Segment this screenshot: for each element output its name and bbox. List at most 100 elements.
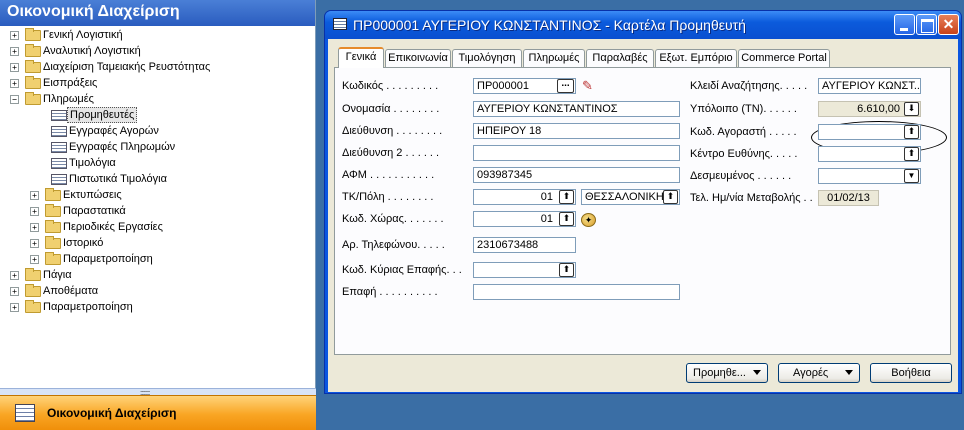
tree-item[interactable]: + Εκτυπώσεις xyxy=(0,187,316,203)
window-title: ΠΡ000001 ΑΥΓΕΡΙΟΥ ΚΩΝΣΤΑΝΤΙΝΟΣ - Καρτέλα… xyxy=(353,17,746,33)
maximize-button[interactable] xyxy=(916,14,937,35)
vendor-card-window: ΠΡ000001 ΑΥΓΕΡΙΟΥ ΚΩΝΣΤΑΝΤΙΝΟΣ - Καρτέλα… xyxy=(324,10,962,394)
country-label: Κωδ. Χώρας. . . . . . . xyxy=(342,213,444,225)
tab-foreign-trade[interactable]: Εξωτ. Εμπόριο xyxy=(655,49,737,67)
expand-icon[interactable]: + xyxy=(10,271,19,280)
tree-item[interactable]: + Γενική Λογιστική xyxy=(0,27,316,43)
form-icon xyxy=(51,126,67,137)
map-icon[interactable]: ✦ xyxy=(581,213,596,227)
purchases-menu-button[interactable]: Αγορές xyxy=(778,363,860,383)
country-lookup-button[interactable]: ⬆ xyxy=(559,212,574,226)
tree-item-label: Πάγια xyxy=(43,269,72,281)
tree-item-label: Τιμολόγια xyxy=(69,157,116,169)
tree-item[interactable]: + Εισπράξεις xyxy=(0,75,316,91)
phone-label: Αρ. Τηλεφώνου. . . . . xyxy=(342,239,445,251)
folder-icon xyxy=(25,60,41,73)
tree-item[interactable]: Εγγραφές Αγορών xyxy=(0,123,316,139)
tab-payments[interactable]: Πληρωμές xyxy=(523,49,585,67)
tab-receiving[interactable]: Παραλαβές xyxy=(586,49,654,67)
expand-icon[interactable]: + xyxy=(10,287,19,296)
tab-commerce-portal[interactable]: Commerce Portal xyxy=(738,49,830,67)
tree-item[interactable]: + Παραστατικά xyxy=(0,203,316,219)
folder-icon xyxy=(45,236,61,249)
resp-center-lookup-button[interactable]: ⬆ xyxy=(904,147,919,161)
pane-splitter[interactable]: :::::::::: xyxy=(0,388,316,397)
folder-icon xyxy=(25,44,41,57)
address-field[interactable]: ΗΠΕΙΡΟΥ 18 xyxy=(473,123,680,139)
tree-item[interactable]: Πιστωτικά Τιμολόγια xyxy=(0,171,316,187)
expand-icon[interactable]: + xyxy=(30,255,39,264)
vat-field[interactable]: 093987345 xyxy=(473,167,680,183)
form-icon xyxy=(51,110,67,121)
expand-icon[interactable]: + xyxy=(30,207,39,216)
folder-icon xyxy=(25,92,41,105)
expand-icon[interactable]: + xyxy=(30,191,39,200)
title-bar[interactable]: ΠΡ000001 ΑΥΓΕΡΙΟΥ ΚΩΝΣΤΑΝΤΙΝΟΣ - Καρτέλα… xyxy=(325,11,961,39)
postcode-lookup-button[interactable]: ⬆ xyxy=(559,190,574,204)
tree-item[interactable]: + Ιστορικό xyxy=(0,235,316,251)
search-key-label: Κλειδί Αναζήτησης. . . . . xyxy=(690,80,808,92)
tab-communication[interactable]: Επικοινωνία xyxy=(385,49,451,67)
tree-item-label: Παραμετροποίηση xyxy=(43,301,133,313)
help-button[interactable]: Βοήθεια xyxy=(870,363,952,383)
buyer-lookup-button[interactable]: ⬆ xyxy=(904,125,919,139)
expand-icon[interactable]: + xyxy=(30,239,39,248)
last-modified-label: Τελ. Ημ/νία Μεταβολής . . xyxy=(690,192,813,204)
search-key-field[interactable]: ΑΥΓΕΡΙΟΥ ΚΩΝΣΤ... xyxy=(818,78,921,94)
window-icon xyxy=(333,18,347,30)
contact-field[interactable] xyxy=(473,284,680,300)
tree-item[interactable]: Προμηθευτές xyxy=(0,107,316,123)
tree-item[interactable]: Εγγραφές Πληρωμών xyxy=(0,139,316,155)
vendor-menu-button[interactable]: Προμηθε... xyxy=(686,363,768,383)
tree-item[interactable]: + Περιοδικές Εργασίες xyxy=(0,219,316,235)
tree-item-label: Εγγραφές Αγορών xyxy=(69,125,159,137)
tree-item[interactable]: + Αποθέματα xyxy=(0,283,316,299)
general-tab-panel: Κωδικός . . . . . . . . . ΠΡ000001 ... ✎… xyxy=(334,67,951,355)
contact-code-lookup-button[interactable]: ⬆ xyxy=(559,263,574,277)
tab-general[interactable]: Γενικά xyxy=(338,47,384,68)
expand-icon[interactable]: + xyxy=(10,63,19,72)
pencil-icon[interactable]: ✎ xyxy=(582,79,596,93)
tab-invoicing[interactable]: Τιμολόγηση xyxy=(452,49,522,67)
balance-label: Υπόλοιπο (ΤΝ). . . . . . xyxy=(690,103,797,115)
tree-item[interactable]: Τιμολόγια xyxy=(0,155,316,171)
tree-item-label: Εκτυπώσεις xyxy=(63,189,122,201)
name-field[interactable]: ΑΥΓΕΡΙΟΥ ΚΩΝΣΤΑΝΤΙΝΟΣ xyxy=(473,101,680,117)
collapse-icon[interactable]: − xyxy=(10,95,19,104)
tree-item[interactable]: + Αναλυτική Λογιστική xyxy=(0,43,316,59)
blocked-dropdown-button[interactable]: ▼ xyxy=(904,169,919,183)
expand-icon[interactable]: + xyxy=(10,79,19,88)
expand-icon[interactable]: + xyxy=(10,47,19,56)
blocked-label: Δεσμευμένος . . . . . . xyxy=(690,170,792,182)
tree-item[interactable]: + Παραμετροποίηση xyxy=(0,299,316,315)
tree-item-label: Εγγραφές Πληρωμών xyxy=(69,141,176,153)
code-label: Κωδικός . . . . . . . . . xyxy=(342,80,439,92)
dropdown-arrow-icon xyxy=(753,370,761,375)
tree-item[interactable]: + Παραμετροποίηση xyxy=(0,251,316,267)
close-button[interactable]: ✕ xyxy=(938,14,959,35)
balance-drilldown-button[interactable]: ⬇ xyxy=(904,102,919,116)
tree-item[interactable]: − Πληρωμές xyxy=(0,91,316,107)
finance-icon xyxy=(15,404,35,422)
expand-icon[interactable]: + xyxy=(10,31,19,40)
tree-item[interactable]: + Διαχείριση Ταμειακής Ρευστότητας xyxy=(0,59,316,75)
purchases-menu-label: Αγορές xyxy=(793,367,829,379)
address2-field[interactable] xyxy=(473,145,680,161)
city-lookup-button[interactable]: ⬆ xyxy=(663,190,678,204)
minimize-button[interactable] xyxy=(894,14,915,35)
phone-field[interactable]: 2310673488 xyxy=(473,237,576,253)
expand-icon[interactable]: + xyxy=(30,223,39,232)
code-assist-button[interactable]: ... xyxy=(557,79,574,93)
contact-label: Επαφή . . . . . . . . . . xyxy=(342,286,438,298)
tree-item-label: Διαχείριση Ταμειακής Ρευστότητας xyxy=(43,61,211,73)
nav-footer-button[interactable]: Οικονομική Διαχείριση xyxy=(0,395,316,430)
last-modified-field: 01/02/13 xyxy=(818,190,879,206)
form-icon xyxy=(51,158,67,169)
folder-icon xyxy=(25,28,41,41)
folder-icon xyxy=(25,284,41,297)
tree-item[interactable]: + Πάγια xyxy=(0,267,316,283)
tree-item-label: Εισπράξεις xyxy=(43,77,98,89)
form-icon xyxy=(51,174,67,185)
address-label: Διεύθυνση . . . . . . . . xyxy=(342,125,443,137)
expand-icon[interactable]: + xyxy=(10,303,19,312)
